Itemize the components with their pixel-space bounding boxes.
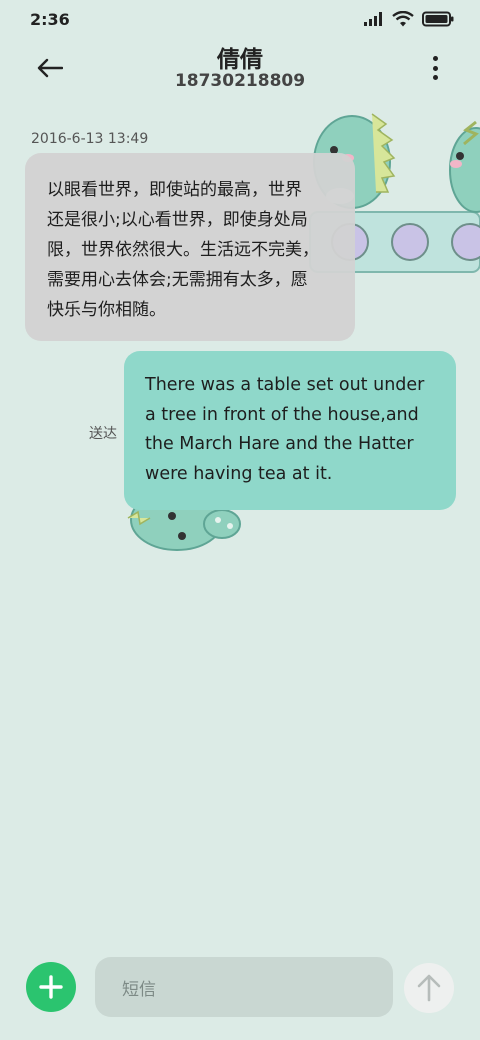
message-line: were having tea at it.	[145, 463, 333, 484]
message-timestamp: 2016-6-13 13:49	[31, 131, 149, 147]
plus-icon	[39, 975, 63, 999]
status-time: 2:36	[30, 10, 70, 29]
battery-icon	[422, 11, 454, 27]
more-vertical-icon	[432, 56, 438, 61]
message-line: 快乐与你相随。	[47, 300, 166, 320]
message-line: 需要用心去体会;无需拥有太多，愿	[47, 270, 308, 290]
message-input-placeholder: 短信	[122, 979, 156, 1000]
received-message-bubble[interactable]: 以眼看世界，即使站的最高，世界 还是很小;以心看世界，即使身处局 限，世界依然很…	[25, 153, 355, 341]
status-bar: 2:36	[0, 0, 480, 36]
message-input[interactable]: 短信	[95, 957, 393, 1017]
wifi-icon	[392, 11, 414, 27]
contact-number: 18730218809	[174, 71, 306, 91]
message-line: a tree in front of the house,and	[145, 404, 419, 425]
more-options-button[interactable]	[430, 56, 440, 80]
send-arrow-icon	[417, 974, 441, 1002]
message-line: 以眼看世界，即使站的最高，世界	[47, 180, 302, 200]
message-line: 限，世界依然很大。生活远不完美，	[47, 240, 319, 260]
message-line: the March Hare and the Hatter	[145, 434, 414, 454]
sent-message-bubble[interactable]: There was a table set out under a tree i…	[124, 351, 456, 510]
message-line: There was a table set out under	[145, 375, 425, 395]
message-line: 还是很小;以心看世界，即使身处局	[47, 210, 308, 230]
signal-icon	[364, 12, 382, 26]
add-attachment-button[interactable]	[26, 962, 76, 1012]
send-button[interactable]	[404, 963, 454, 1013]
contact-name: 倩倩	[217, 47, 263, 73]
delivery-status: 送达	[89, 426, 117, 442]
